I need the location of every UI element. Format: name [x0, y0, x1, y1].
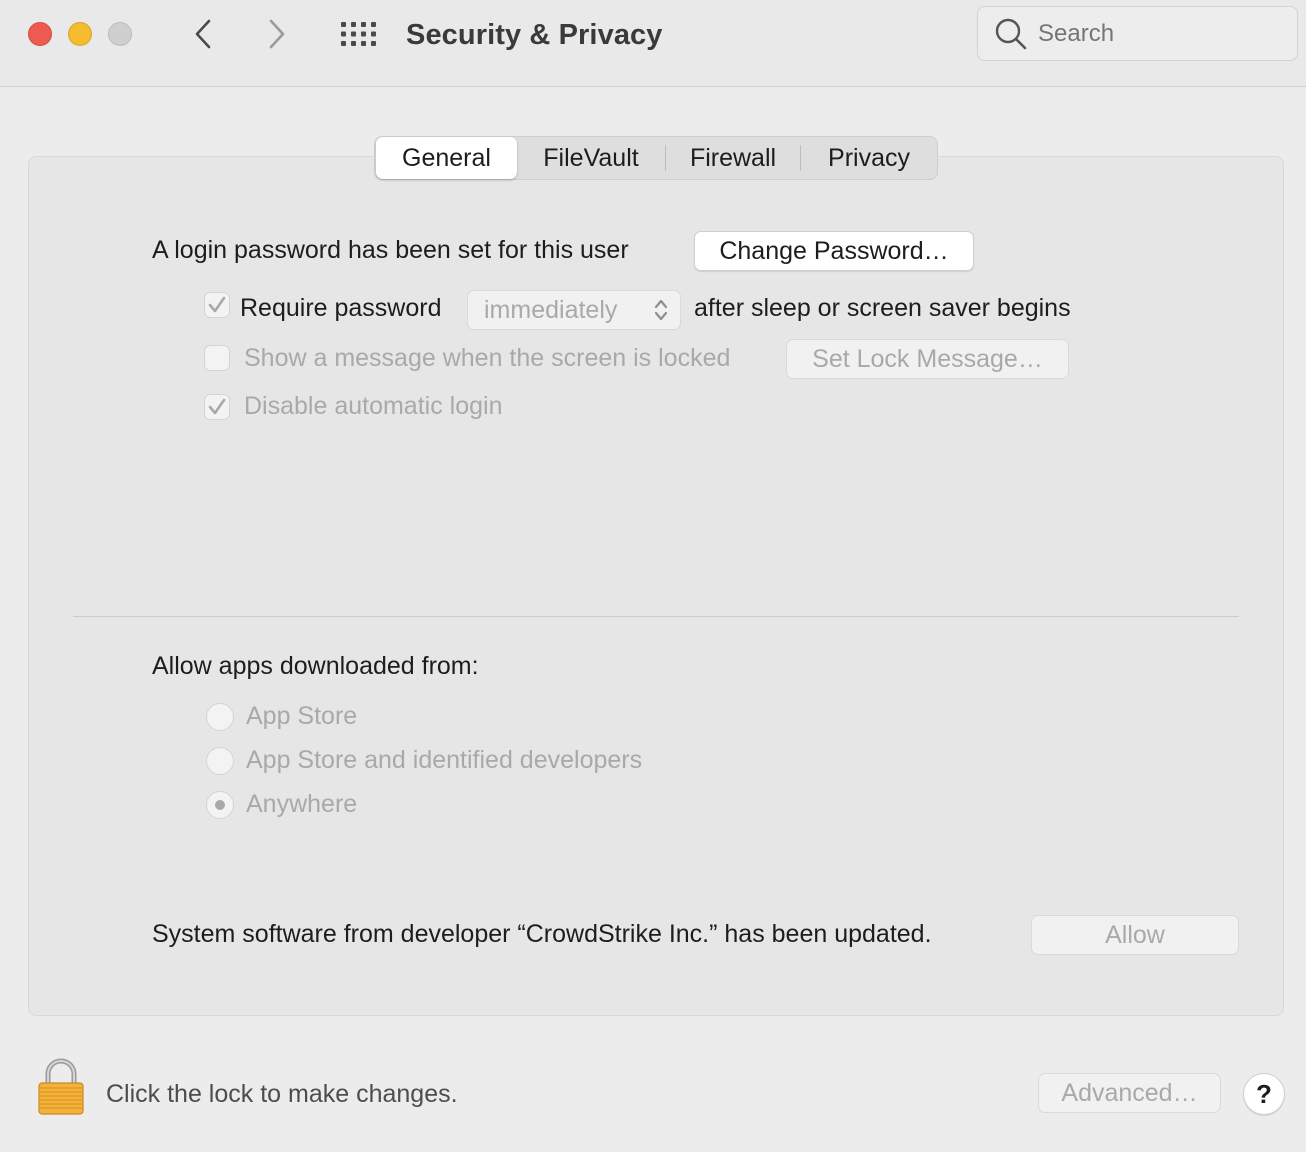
lock-text: Click the lock to make changes.	[106, 1080, 458, 1108]
help-button[interactable]: ?	[1243, 1073, 1285, 1115]
zoom-button[interactable]	[108, 22, 132, 46]
grid-icon	[341, 22, 376, 46]
title-bar: Security & Privacy	[0, 0, 1306, 87]
allow-button[interactable]: Allow	[1031, 915, 1239, 955]
disable-auto-login-label: Disable automatic login	[244, 392, 503, 420]
radio-selected-dot	[215, 800, 225, 810]
back-chevron-icon	[195, 19, 211, 49]
tab-privacy[interactable]: Privacy	[801, 137, 937, 179]
back-button[interactable]	[183, 14, 223, 54]
require-password-checkbox[interactable]	[204, 292, 230, 318]
tab-firewall[interactable]: Firewall	[666, 137, 800, 179]
forward-chevron-icon	[269, 19, 285, 49]
change-password-button[interactable]: Change Password…	[694, 231, 974, 271]
radio-anywhere[interactable]	[206, 791, 234, 819]
radio-app-store-label: App Store	[246, 702, 358, 730]
show-message-label: Show a message when the screen is locked	[244, 344, 731, 372]
disable-auto-login-checkbox[interactable]	[204, 394, 230, 420]
lock-button[interactable]	[36, 1058, 86, 1116]
tab-general[interactable]: General	[376, 137, 517, 179]
radio-identified-developers[interactable]	[206, 747, 234, 775]
lock-icon	[38, 1058, 84, 1115]
tab-filevault[interactable]: FileVault	[517, 137, 665, 179]
radio-anywhere-label: Anywhere	[246, 790, 358, 818]
set-lock-message-button[interactable]: Set Lock Message…	[786, 339, 1069, 379]
forward-button[interactable]	[257, 14, 297, 54]
close-button[interactable]	[28, 22, 52, 46]
show-message-checkbox[interactable]	[204, 345, 230, 371]
system-preferences-window: Security & Privacy General FileVault Fir…	[0, 0, 1306, 1152]
window-title: Security & Privacy	[406, 19, 663, 51]
popup-arrows-icon	[646, 297, 676, 323]
checkmark-icon	[208, 398, 226, 415]
advanced-button[interactable]: Advanced…	[1038, 1073, 1221, 1113]
checkmark-icon	[208, 296, 226, 313]
search-field[interactable]	[977, 6, 1298, 61]
require-password-label: Require password	[240, 294, 442, 322]
system-software-text: System software from developer “CrowdStr…	[152, 920, 932, 948]
login-password-text: A login password has been set for this u…	[152, 236, 629, 264]
search-input[interactable]	[1038, 19, 1278, 48]
search-icon	[994, 17, 1028, 51]
show-all-button[interactable]	[336, 16, 380, 52]
tab-bar: General FileVault Firewall Privacy	[374, 136, 938, 180]
allow-apps-heading: Allow apps downloaded from:	[152, 652, 479, 680]
popup-value: immediately	[484, 295, 618, 324]
section-divider	[73, 616, 1239, 617]
radio-app-store[interactable]	[206, 703, 234, 731]
radio-identified-developers-label: App Store and identified developers	[246, 746, 643, 774]
require-password-delay-popup[interactable]: immediately	[467, 290, 681, 330]
content-panel	[28, 156, 1284, 1016]
minimize-button[interactable]	[68, 22, 92, 46]
require-password-suffix: after sleep or screen saver begins	[694, 294, 1071, 322]
